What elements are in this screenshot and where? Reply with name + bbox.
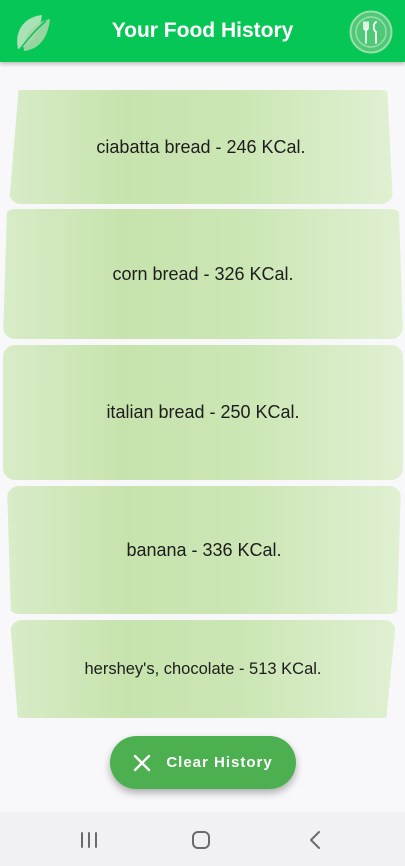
- list-item[interactable]: italian bread - 250 KCal.: [3, 345, 403, 480]
- fork-knife-icon[interactable]: [349, 10, 393, 54]
- clear-history-label: Clear History: [166, 754, 273, 771]
- list-item[interactable]: banana - 336 KCal.: [7, 486, 401, 614]
- app-bar: Your Food History: [0, 0, 405, 62]
- page-title: Your Food History: [111, 19, 294, 42]
- list-item-label: ciabatta bread - 246 KCal.: [96, 136, 306, 157]
- back-icon[interactable]: [305, 829, 327, 851]
- food-history-list[interactable]: ciabatta bread - 246 KCal. corn bread - …: [0, 62, 405, 718]
- list-item-label: hershey's, chocolate - 513 KCal.: [84, 659, 322, 678]
- list-item-label: banana - 336 KCal.: [126, 539, 282, 560]
- home-icon[interactable]: [190, 829, 212, 851]
- clear-history-button[interactable]: Clear History: [110, 736, 296, 789]
- list-item[interactable]: corn bread - 326 KCal.: [3, 209, 403, 339]
- list-item[interactable]: ciabatta bread - 246 KCal.: [9, 90, 393, 204]
- system-nav-bar: [0, 812, 405, 866]
- list-item-label: italian bread - 250 KCal.: [106, 402, 300, 422]
- recents-icon[interactable]: [78, 829, 100, 851]
- list-item-label: corn bread - 326 KCal.: [112, 263, 294, 284]
- close-icon: [134, 754, 151, 771]
- list-item[interactable]: hershey's, chocolate - 513 KCal.: [10, 620, 396, 718]
